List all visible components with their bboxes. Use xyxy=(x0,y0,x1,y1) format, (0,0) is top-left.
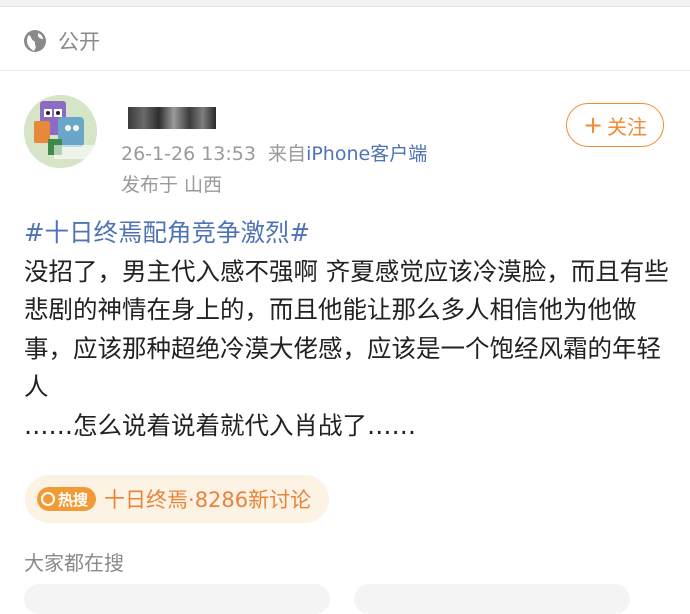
plus-icon: + xyxy=(582,111,604,139)
visibility-label: 公开 xyxy=(58,30,100,54)
search-suggestion[interactable] xyxy=(24,584,330,614)
post-location: 发布于 山西 xyxy=(121,174,223,196)
source-prefix: 来自 xyxy=(268,143,307,165)
post-paragraph: 没招了，男主代入感不强啊 齐夏感觉应该冷漠脸，而且有些悲剧的神情在身上的，而且他… xyxy=(24,256,669,402)
username-censored[interactable] xyxy=(128,107,216,129)
visibility-row: 公开 xyxy=(22,27,100,55)
post-body: #十日终焉配角竞争激烈# 没招了，男主代入感不强啊 齐夏感觉应该冷漠脸，而且有些… xyxy=(24,214,674,445)
source-link[interactable]: iPhone客户端 xyxy=(306,143,427,165)
post-meta: 26-1-26 13:53 来自iPhone客户端 xyxy=(121,139,427,166)
avatar[interactable] xyxy=(24,95,97,168)
hot-search-chip[interactable]: 热搜 十日终焉·8286新讨论 xyxy=(25,475,330,523)
hashtag-link[interactable]: #十日终焉配角竞争激烈# xyxy=(24,218,310,247)
avatar-image xyxy=(24,95,97,168)
section-title: 大家都在搜 xyxy=(24,551,124,575)
follow-label: 关注 xyxy=(607,114,648,139)
search-suggestion[interactable] xyxy=(354,584,630,614)
hot-search-badge-label: 热搜 xyxy=(58,490,89,509)
follow-button[interactable]: + 关注 xyxy=(566,103,664,147)
globe-icon xyxy=(24,30,46,52)
search-icon xyxy=(41,492,55,506)
divider xyxy=(0,70,690,71)
top-separator xyxy=(0,0,690,7)
hot-search-badge: 热搜 xyxy=(37,487,97,511)
post-timestamp: 26-1-26 13:53 xyxy=(121,143,256,165)
hot-search-text: 十日终焉·8286新讨论 xyxy=(104,488,312,512)
post-paragraph: ……怎么说着说着就代入肖战了…… xyxy=(24,410,416,440)
